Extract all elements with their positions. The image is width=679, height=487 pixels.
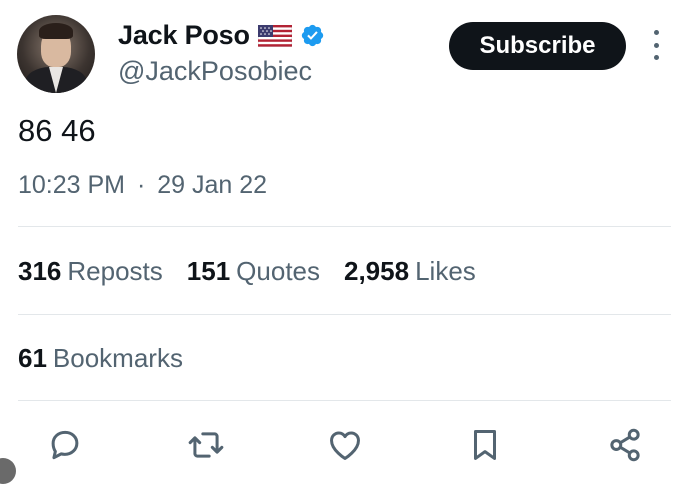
meta-separator: · — [136, 171, 146, 199]
bookmark-button[interactable] — [463, 423, 507, 467]
share-button[interactable] — [603, 423, 647, 467]
quotes-label: Quotes — [236, 256, 320, 286]
flag-icon — [257, 24, 293, 47]
likes-count: 2,958 — [344, 256, 410, 286]
likes-stat[interactable]: 2,958 Likes — [344, 256, 476, 287]
action-bar — [0, 423, 679, 471]
like-icon — [330, 431, 360, 460]
likes-label: Likes — [415, 256, 476, 286]
divider — [18, 314, 671, 315]
reposts-stat[interactable]: 316 Reposts — [18, 256, 163, 287]
quotes-stat[interactable]: 151 Quotes — [187, 256, 320, 287]
tweet-date: 29 Jan 22 — [157, 171, 268, 199]
reply-button[interactable] — [43, 423, 87, 467]
tweet-card: Jack Poso @JackPosobiec Subscribe 86 46 … — [0, 0, 679, 487]
reposts-count: 316 — [18, 256, 62, 286]
verified-icon[interactable] — [300, 23, 325, 48]
like-button[interactable] — [323, 423, 367, 467]
repost-icon — [188, 432, 224, 458]
avatar[interactable] — [17, 15, 95, 93]
share-icon — [610, 428, 640, 462]
quotes-count: 151 — [186, 256, 231, 286]
tweet-time: 10:23 PM — [18, 171, 126, 199]
reposts-label: Reposts — [67, 256, 163, 286]
tweet-timestamp[interactable]: 10:23 PM · 29 Jan 22 — [18, 171, 267, 200]
author-display-name[interactable]: Jack Poso — [118, 20, 250, 51]
engagement-stats: 316 Reposts 151 Quotes 2,958 Likes — [18, 256, 476, 287]
bookmarks-stat[interactable]: 61 Bookmarks — [18, 343, 183, 374]
author-name-row: Jack Poso — [118, 20, 325, 51]
bookmark-icon — [473, 430, 497, 460]
reply-icon — [51, 430, 79, 460]
bookmarks-count: 61 — [18, 343, 47, 373]
author-handle[interactable]: @JackPosobiec — [118, 56, 312, 87]
repost-button[interactable] — [184, 423, 228, 467]
more-icon[interactable] — [650, 30, 662, 60]
divider — [18, 226, 671, 227]
divider — [18, 400, 671, 401]
tweet-text: 86 46 — [18, 113, 96, 148]
subscribe-button[interactable]: Subscribe — [449, 22, 626, 70]
bookmarks-label: Bookmarks — [52, 343, 183, 373]
